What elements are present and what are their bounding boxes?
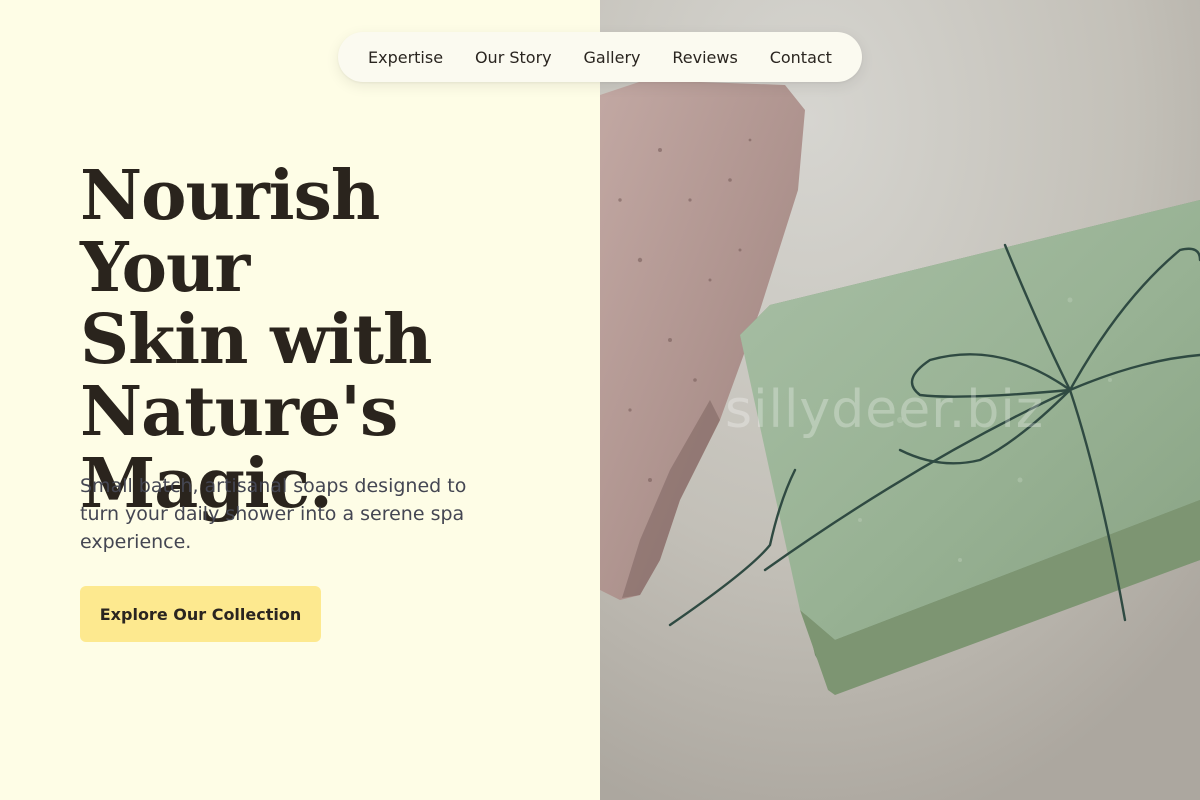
- nav-link-expertise[interactable]: Expertise: [368, 48, 443, 67]
- hero-image-panel: sillydeer.biz: [600, 0, 1200, 800]
- hero-subtext: Small batch, artisanal soaps designed to…: [80, 475, 467, 553]
- hero-headline: Nourish Your Skin with Nature's Magic.: [80, 160, 550, 520]
- main-navigation: Expertise Our Story Gallery Reviews Cont…: [338, 32, 862, 82]
- explore-collection-button[interactable]: Explore Our Collection: [80, 586, 321, 642]
- headline-line: Nourish Your: [80, 156, 380, 308]
- nav-link-contact[interactable]: Contact: [770, 48, 832, 67]
- nav-link-gallery[interactable]: Gallery: [584, 48, 641, 67]
- headline-line: Skin with: [80, 300, 432, 380]
- hero-text-panel: Nourish Your Skin with Nature's Magic. S…: [0, 0, 600, 800]
- headline-line: Nature's: [80, 372, 398, 452]
- nav-link-reviews[interactable]: Reviews: [672, 48, 737, 67]
- watermark-text: sillydeer.biz: [725, 380, 1045, 440]
- nav-link-our-story[interactable]: Our Story: [475, 48, 552, 67]
